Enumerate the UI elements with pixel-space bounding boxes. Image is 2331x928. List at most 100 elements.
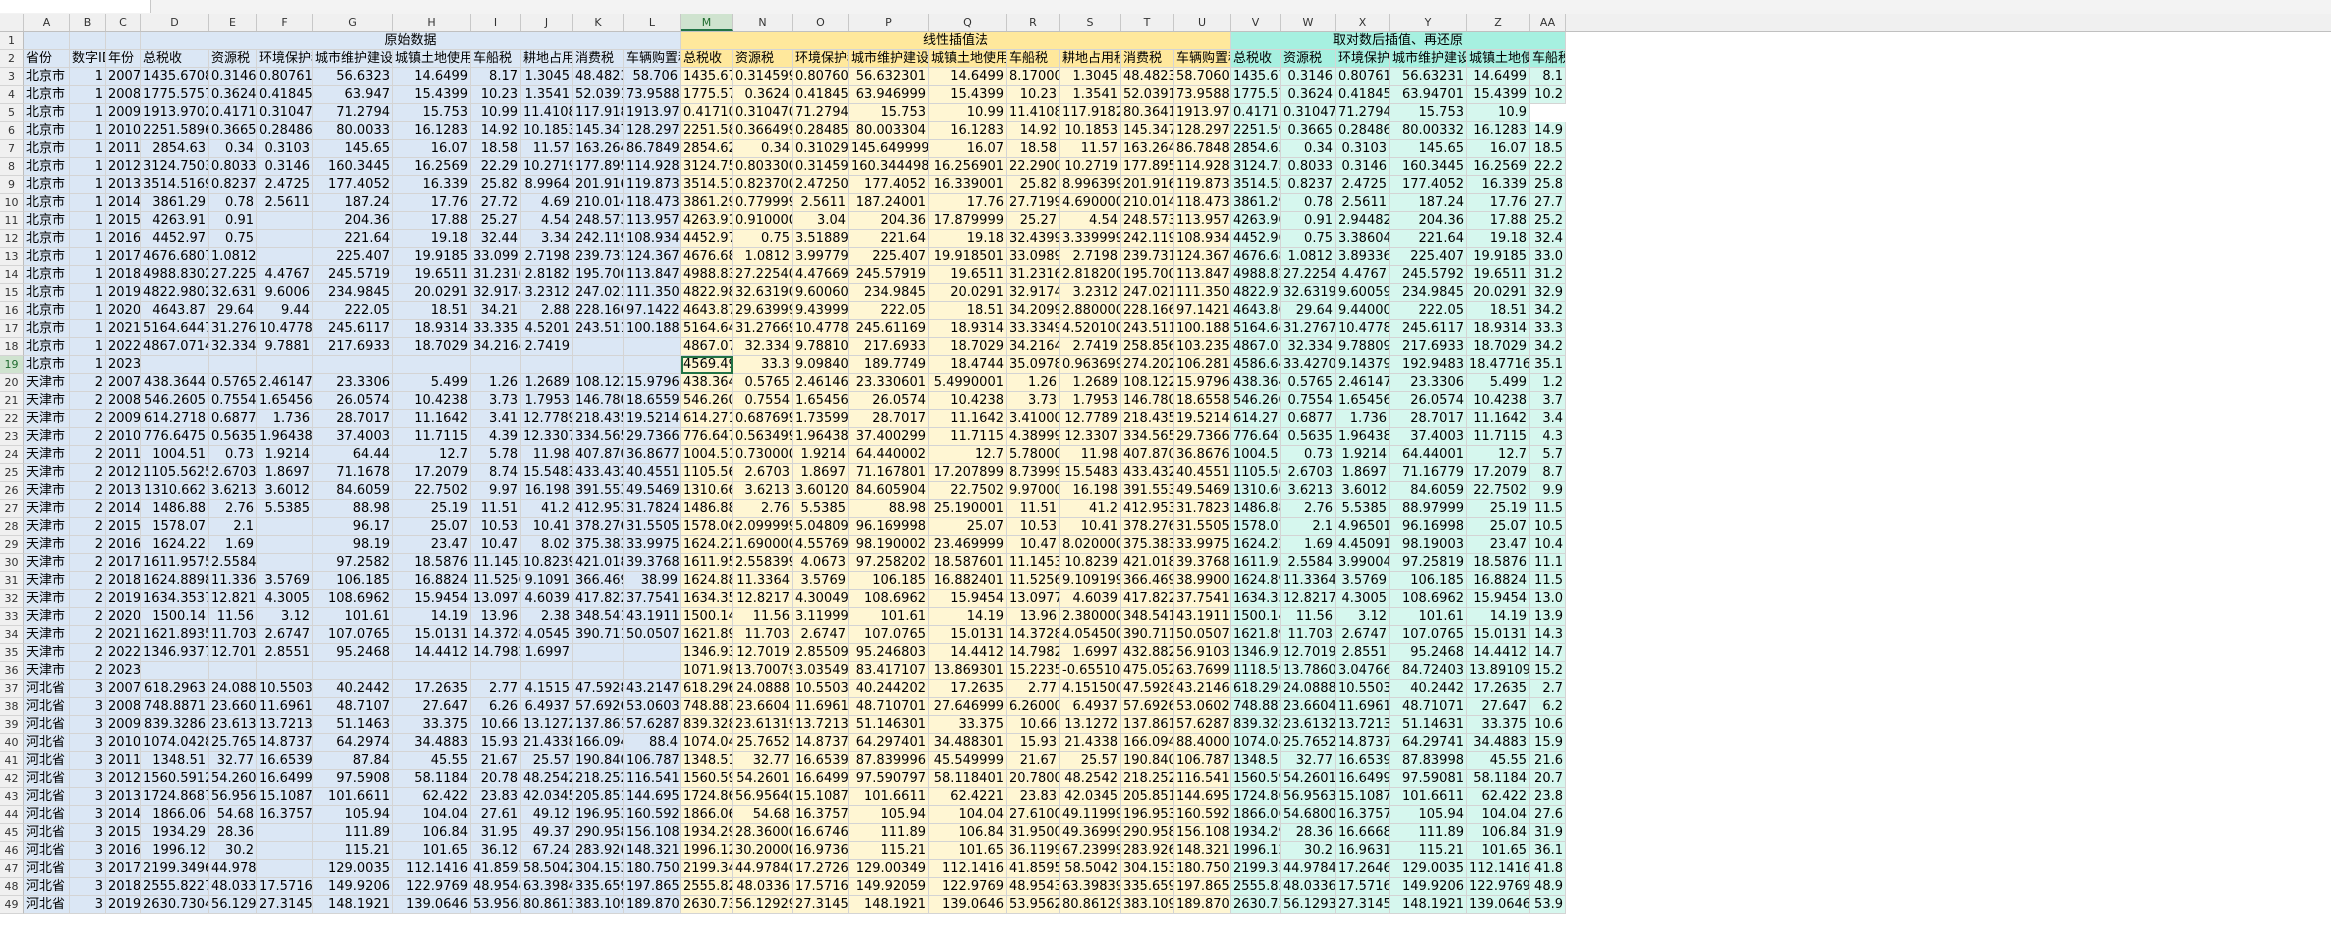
data-cell[interactable]: 0.31459999 bbox=[733, 68, 793, 86]
data-cell[interactable]: 31.2 bbox=[1530, 266, 1566, 284]
row-header-19[interactable]: 19 bbox=[0, 356, 24, 374]
data-cell[interactable]: 71.16779 bbox=[1390, 464, 1467, 482]
data-cell[interactable]: 242.119 bbox=[1121, 230, 1174, 248]
data-cell[interactable]: 390.7119 bbox=[573, 626, 624, 644]
data-cell[interactable]: 48.9 bbox=[1530, 878, 1566, 896]
data-cell[interactable]: 19.9185 bbox=[393, 248, 471, 266]
data-cell[interactable]: 河北省 bbox=[24, 770, 70, 788]
cell[interactable] bbox=[106, 32, 141, 50]
data-cell[interactable]: 148.32179 bbox=[1174, 842, 1231, 860]
data-cell[interactable]: 3 bbox=[70, 698, 106, 716]
data-cell[interactable]: 16.198 bbox=[521, 482, 573, 500]
data-cell[interactable]: 0.8237 bbox=[209, 176, 257, 194]
data-cell[interactable]: 104.04 bbox=[1467, 806, 1530, 824]
data-cell[interactable]: 1.9214 bbox=[793, 446, 849, 464]
data-cell[interactable]: 160.344498 bbox=[849, 158, 929, 176]
data-cell[interactable]: 11.56 bbox=[1281, 608, 1336, 626]
data-cell[interactable]: 421.01871 bbox=[1121, 554, 1174, 572]
data-cell[interactable]: 1578.07 bbox=[1231, 518, 1281, 536]
data-cell[interactable]: 32.6319 bbox=[209, 284, 257, 302]
data-cell[interactable]: 106.84 bbox=[393, 824, 471, 842]
data-cell[interactable]: 0.41845 bbox=[793, 86, 849, 104]
data-cell[interactable]: 1486.88 bbox=[681, 500, 733, 518]
row-header-27[interactable]: 27 bbox=[0, 500, 24, 518]
data-cell[interactable]: 37.4003 bbox=[313, 428, 393, 446]
data-cell[interactable]: 36.119999 bbox=[1007, 842, 1060, 860]
data-cell[interactable]: 18.5876 bbox=[1467, 554, 1530, 572]
row-header-18[interactable]: 18 bbox=[0, 338, 24, 356]
data-cell[interactable]: 748.88708 bbox=[681, 698, 733, 716]
data-cell[interactable]: 24.0888 bbox=[1281, 680, 1336, 698]
header-cell[interactable]: 车船税 bbox=[1530, 50, 1566, 68]
data-cell[interactable]: 2251.59 bbox=[1231, 122, 1281, 140]
row-header-47[interactable]: 47 bbox=[0, 860, 24, 878]
data-cell[interactable]: 101.61 bbox=[313, 608, 393, 626]
data-cell[interactable]: 2199.3496 bbox=[141, 860, 209, 878]
data-cell[interactable] bbox=[257, 248, 313, 266]
data-cell[interactable]: 177.8957 bbox=[573, 158, 624, 176]
data-cell[interactable]: 5.5385 bbox=[793, 500, 849, 518]
data-cell[interactable]: 15.5483 bbox=[521, 464, 573, 482]
data-cell[interactable]: 48.0336 bbox=[1281, 878, 1336, 896]
data-cell[interactable]: 18.51 bbox=[1467, 302, 1530, 320]
data-cell[interactable] bbox=[521, 356, 573, 374]
data-cell[interactable]: 45.549999 bbox=[929, 752, 1007, 770]
data-cell[interactable]: 1486.88 bbox=[1231, 500, 1281, 518]
data-cell[interactable]: 1 bbox=[70, 230, 106, 248]
data-cell[interactable]: 10.4778 bbox=[257, 320, 313, 338]
row-header-7[interactable]: 7 bbox=[0, 140, 24, 158]
data-cell[interactable]: 1.26 bbox=[471, 374, 521, 392]
data-cell[interactable]: 1621.8936 bbox=[681, 626, 733, 644]
data-cell[interactable]: 2 bbox=[70, 608, 106, 626]
data-cell[interactable]: 54.2601 bbox=[733, 770, 793, 788]
data-cell[interactable]: 62.422 bbox=[1467, 788, 1530, 806]
data-cell[interactable]: 32.439999 bbox=[1007, 230, 1060, 248]
data-cell[interactable]: 1724.8687 bbox=[681, 788, 733, 806]
data-cell[interactable]: 北京市 bbox=[24, 230, 70, 248]
data-cell[interactable]: 618.29633 bbox=[681, 680, 733, 698]
data-cell[interactable]: 0.6877 bbox=[1281, 410, 1336, 428]
data-cell[interactable]: 17.5716 bbox=[1336, 878, 1390, 896]
data-cell[interactable]: 41.2 bbox=[1060, 500, 1121, 518]
data-cell[interactable]: 北京市 bbox=[24, 320, 70, 338]
data-cell[interactable]: 290.95801 bbox=[1121, 824, 1174, 842]
data-cell[interactable]: 11.703 bbox=[1281, 626, 1336, 644]
data-cell[interactable]: 4.0545 bbox=[521, 626, 573, 644]
data-cell[interactable]: 10.5 bbox=[1530, 518, 1566, 536]
data-cell[interactable]: 748.8873 bbox=[1231, 698, 1281, 716]
row-header-23[interactable]: 23 bbox=[0, 428, 24, 446]
data-cell[interactable]: 105.94 bbox=[1390, 806, 1467, 824]
data-cell[interactable]: 156.1088 bbox=[624, 824, 681, 842]
column-header-i[interactable]: I bbox=[471, 14, 521, 31]
data-cell[interactable]: 40.2442 bbox=[313, 680, 393, 698]
data-cell[interactable]: 197.8655 bbox=[624, 878, 681, 896]
data-cell[interactable]: 10.4778 bbox=[1336, 320, 1390, 338]
data-cell[interactable]: 3124.7503 bbox=[141, 158, 209, 176]
data-cell[interactable]: 北京市 bbox=[24, 302, 70, 320]
data-cell[interactable]: 北京市 bbox=[24, 356, 70, 374]
data-cell[interactable]: 304.1535 bbox=[1121, 860, 1174, 878]
data-cell[interactable]: 1 bbox=[70, 68, 106, 86]
data-cell[interactable]: 14.4412 bbox=[393, 644, 471, 662]
data-cell[interactable]: 32.6319 bbox=[1281, 284, 1336, 302]
data-cell[interactable]: 17.2635 bbox=[1467, 680, 1530, 698]
data-cell[interactable]: 25.57 bbox=[521, 752, 573, 770]
data-cell[interactable]: 1105.5625 bbox=[141, 464, 209, 482]
column-header-c[interactable]: C bbox=[106, 14, 141, 31]
data-cell[interactable]: 13.72135 bbox=[1336, 716, 1390, 734]
data-cell[interactable]: 100.1886 bbox=[624, 320, 681, 338]
data-cell[interactable]: 417.82291 bbox=[1121, 590, 1174, 608]
data-cell[interactable]: 53.956299 bbox=[1007, 896, 1060, 914]
data-cell[interactable]: 2009 bbox=[106, 716, 141, 734]
data-cell[interactable]: 205.8511 bbox=[1121, 788, 1174, 806]
data-cell[interactable]: 57.628701 bbox=[1174, 716, 1231, 734]
data-cell[interactable]: 101.61 bbox=[849, 608, 929, 626]
data-cell[interactable]: 15.4399 bbox=[1467, 86, 1530, 104]
data-cell[interactable]: 2 bbox=[70, 554, 106, 572]
row-header-20[interactable]: 20 bbox=[0, 374, 24, 392]
data-cell[interactable]: 10.8239 bbox=[521, 554, 573, 572]
data-cell[interactable]: 5.499 bbox=[1467, 374, 1530, 392]
data-cell[interactable]: 247.02119 bbox=[1121, 284, 1174, 302]
data-cell[interactable]: 45.55 bbox=[393, 752, 471, 770]
data-cell[interactable]: 25.57 bbox=[1060, 752, 1121, 770]
